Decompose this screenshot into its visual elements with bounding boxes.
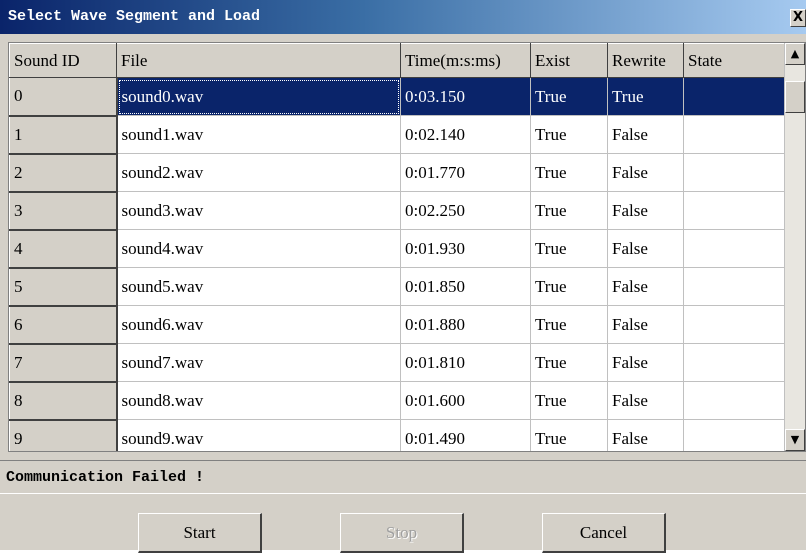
scroll-down-button[interactable]: ▼ xyxy=(785,429,805,451)
table-row[interactable]: 4 sound4.wav 0:01.930 True False xyxy=(9,229,786,269)
row-id[interactable]: 9 xyxy=(9,419,118,451)
cell-file[interactable]: sound2.wav xyxy=(116,153,401,192)
dialog-window: Select Wave Segment and Load X Sound ID … xyxy=(0,0,806,553)
sound-grid: Sound ID File Time(m:s:ms) Exist Rewrite… xyxy=(8,42,806,452)
cell-exist[interactable]: True xyxy=(530,267,608,306)
cell-exist[interactable]: True xyxy=(530,381,608,420)
row-id[interactable]: 6 xyxy=(9,305,118,345)
scroll-up-button[interactable]: ▲ xyxy=(785,43,805,65)
cell-exist[interactable]: True xyxy=(530,77,608,116)
cell-rewrite[interactable]: False xyxy=(607,267,684,306)
close-icon: X xyxy=(792,10,804,25)
cell-exist[interactable]: True xyxy=(530,343,608,382)
table-row[interactable]: 1 sound1.wav 0:02.140 True False xyxy=(9,115,786,155)
row-id[interactable]: 1 xyxy=(9,115,118,155)
cell-exist[interactable]: True xyxy=(530,191,608,230)
cell-time[interactable]: 0:01.850 xyxy=(400,267,531,306)
cell-state[interactable] xyxy=(683,343,786,382)
cell-state[interactable] xyxy=(683,419,786,451)
title-bar: Select Wave Segment and Load X xyxy=(0,0,806,34)
cell-time[interactable]: 0:01.930 xyxy=(400,229,531,268)
cell-file[interactable]: sound9.wav xyxy=(116,419,401,451)
column-header-state[interactable]: State xyxy=(683,43,786,78)
cell-file[interactable]: sound7.wav xyxy=(116,343,401,382)
table-row[interactable]: 2 sound2.wav 0:01.770 True False xyxy=(9,153,786,193)
stop-button: Stop xyxy=(340,513,464,553)
vertical-scrollbar[interactable]: ▲ ▼ xyxy=(784,43,805,451)
close-button[interactable]: X xyxy=(790,9,806,27)
cell-exist[interactable]: True xyxy=(530,115,608,154)
cell-rewrite[interactable]: False xyxy=(607,381,684,420)
cell-time[interactable]: 0:01.600 xyxy=(400,381,531,420)
column-header-exist[interactable]: Exist xyxy=(530,43,608,78)
cell-time[interactable]: 0:01.770 xyxy=(400,153,531,192)
cell-exist[interactable]: True xyxy=(530,419,608,451)
row-id[interactable]: 4 xyxy=(9,229,118,269)
cell-time[interactable]: 0:01.810 xyxy=(400,343,531,382)
cell-rewrite[interactable]: False xyxy=(607,191,684,230)
window-title: Select Wave Segment and Load xyxy=(8,8,261,25)
cell-exist[interactable]: True xyxy=(530,153,608,192)
header-row: Sound ID File Time(m:s:ms) Exist Rewrite… xyxy=(9,43,786,78)
cell-file[interactable]: sound5.wav xyxy=(116,267,401,306)
cell-file[interactable]: sound3.wav xyxy=(116,191,401,230)
row-id[interactable]: 0 xyxy=(9,77,118,117)
table-row[interactable]: 7 sound7.wav 0:01.810 True False xyxy=(9,343,786,383)
sound-table: Sound ID File Time(m:s:ms) Exist Rewrite… xyxy=(9,43,786,451)
column-header-rewrite[interactable]: Rewrite xyxy=(607,43,684,78)
cell-rewrite[interactable]: False xyxy=(607,343,684,382)
cell-state[interactable] xyxy=(683,115,786,154)
cell-state[interactable] xyxy=(683,153,786,192)
up-arrow-icon: ▲ xyxy=(790,47,800,60)
table-row[interactable]: 6 sound6.wav 0:01.880 True False xyxy=(9,305,786,345)
row-id[interactable]: 3 xyxy=(9,191,118,231)
cell-file[interactable]: sound0.wav xyxy=(116,77,401,116)
cell-file[interactable]: sound1.wav xyxy=(116,115,401,154)
cell-time[interactable]: 0:02.250 xyxy=(400,191,531,230)
column-header-sound-id[interactable]: Sound ID xyxy=(9,43,117,78)
cell-state[interactable] xyxy=(683,229,786,268)
status-text: Communication Failed ! xyxy=(6,469,205,486)
cell-rewrite[interactable]: False xyxy=(607,229,684,268)
cell-file[interactable]: sound8.wav xyxy=(116,381,401,420)
cell-rewrite[interactable]: False xyxy=(607,153,684,192)
column-header-file[interactable]: File xyxy=(116,43,401,78)
cell-time[interactable]: 0:01.880 xyxy=(400,305,531,344)
row-id[interactable]: 8 xyxy=(9,381,118,421)
cell-rewrite[interactable]: False xyxy=(607,305,684,344)
cell-state[interactable] xyxy=(683,77,786,116)
row-id[interactable]: 2 xyxy=(9,153,118,193)
table-row[interactable]: 5 sound5.wav 0:01.850 True False xyxy=(9,267,786,307)
cell-file[interactable]: sound6.wav xyxy=(116,305,401,344)
table-row[interactable]: 9 sound9.wav 0:01.490 True False xyxy=(9,419,786,451)
cell-rewrite[interactable]: False xyxy=(607,115,684,154)
cell-exist[interactable]: True xyxy=(530,305,608,344)
row-id[interactable]: 7 xyxy=(9,343,118,383)
column-header-time[interactable]: Time(m:s:ms) xyxy=(400,43,531,78)
cell-time[interactable]: 0:03.150 xyxy=(400,77,531,116)
status-bar: Communication Failed ! xyxy=(0,460,806,494)
cell-exist[interactable]: True xyxy=(530,229,608,268)
cell-state[interactable] xyxy=(683,381,786,420)
table-row[interactable]: 3 sound3.wav 0:02.250 True False xyxy=(9,191,786,231)
scroll-thumb[interactable] xyxy=(785,81,805,113)
cell-time[interactable]: 0:01.490 xyxy=(400,419,531,451)
cell-state[interactable] xyxy=(683,305,786,344)
cell-file[interactable]: sound4.wav xyxy=(116,229,401,268)
down-arrow-icon: ▼ xyxy=(790,433,800,446)
cell-state[interactable] xyxy=(683,267,786,306)
table-row[interactable]: 8 sound8.wav 0:01.600 True False xyxy=(9,381,786,421)
cell-time[interactable]: 0:02.140 xyxy=(400,115,531,154)
start-button[interactable]: Start xyxy=(138,513,262,553)
cancel-button[interactable]: Cancel xyxy=(542,513,666,553)
row-id[interactable]: 5 xyxy=(9,267,118,307)
cell-rewrite[interactable]: False xyxy=(607,419,684,451)
cell-state[interactable] xyxy=(683,191,786,230)
table-row[interactable]: 0 sound0.wav 0:03.150 True True xyxy=(9,77,786,117)
cell-rewrite[interactable]: True xyxy=(607,77,684,116)
